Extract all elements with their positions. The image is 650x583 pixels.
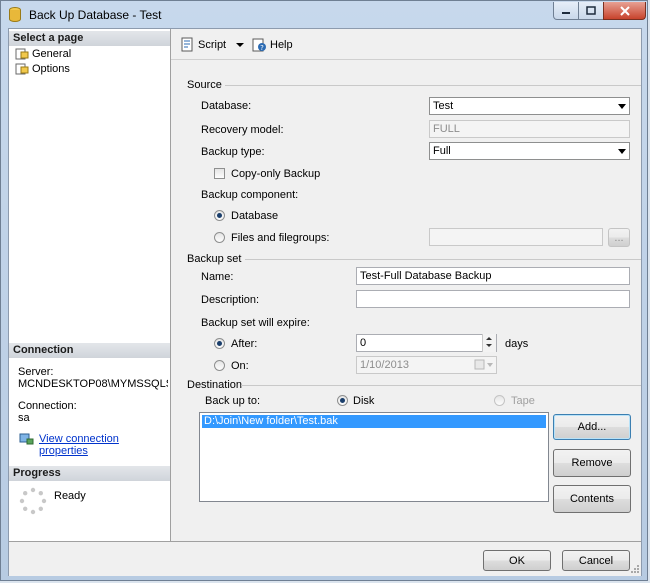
days-spinner[interactable]	[482, 334, 496, 352]
nav-item-label: General	[32, 48, 72, 60]
tape-radio	[494, 395, 505, 406]
expire-after-radio[interactable]	[214, 338, 225, 349]
tape-label: Tape	[511, 395, 535, 407]
resize-grip-icon[interactable]	[630, 564, 640, 574]
copy-only-label: Copy-only Backup	[231, 168, 321, 180]
add-button[interactable]: Add...	[553, 414, 631, 440]
select-page-header: Select a page	[9, 31, 170, 46]
help-button[interactable]: ? Help	[251, 36, 293, 54]
help-label: Help	[270, 39, 293, 51]
help-icon: ?	[252, 38, 266, 52]
expire-days-value: 0	[360, 337, 367, 349]
source-group-header: Source	[187, 79, 222, 91]
name-label: Name:	[201, 271, 234, 283]
backup-type-combo-value: Full	[433, 145, 451, 157]
window-title: Back Up Database - Test	[29, 8, 162, 22]
nav-item-general[interactable]: General	[15, 47, 71, 61]
backup-type-combo[interactable]: Full	[429, 142, 630, 160]
maximize-button[interactable]	[578, 2, 604, 20]
recovery-model-label: Recovery model:	[201, 124, 284, 136]
description-label: Description:	[201, 294, 260, 306]
backup-type-label: Backup type:	[201, 146, 265, 158]
minimize-button[interactable]	[553, 2, 579, 20]
general-page: Script ? Help Source Database: Test Reco…	[171, 29, 641, 541]
script-icon	[181, 37, 193, 52]
progress-status: Ready	[54, 490, 86, 502]
close-icon	[619, 5, 630, 16]
backup-set-divider	[245, 259, 641, 260]
nav-item-options[interactable]: Options	[15, 62, 70, 76]
database-combo[interactable]: Test	[429, 97, 630, 115]
filegroups-field	[429, 228, 603, 246]
dialog-footer: OK Cancel	[9, 541, 641, 576]
expire-days-input[interactable]: 0	[356, 334, 497, 352]
expire-after-label: After:	[231, 338, 258, 350]
chevron-down-icon	[236, 43, 245, 47]
component-database-label: Database	[231, 210, 279, 222]
description-input[interactable]	[356, 290, 630, 308]
left-pane: Select a page General Options Connection…	[9, 29, 171, 575]
expire-label: Backup set will expire:	[201, 317, 310, 329]
svg-text:?: ?	[260, 44, 264, 52]
days-label: days	[505, 338, 529, 350]
minimize-icon	[562, 11, 570, 14]
browse-button[interactable]: ...	[608, 228, 630, 247]
title-bar[interactable]: Back Up Database - Test	[1, 1, 649, 28]
expire-on-label: On:	[231, 360, 249, 372]
script-label: Script	[198, 39, 227, 51]
destination-list[interactable]: D:\Join\New folder\Test.bak	[199, 412, 549, 502]
maximize-icon	[586, 6, 596, 15]
connection-icon	[19, 433, 34, 445]
contents-button[interactable]: Contents	[553, 485, 631, 513]
backup-set-group-header: Backup set	[187, 253, 242, 265]
chevron-down-icon	[618, 104, 626, 109]
view-connection-properties-link[interactable]: View connection properties	[39, 433, 170, 457]
source-divider	[225, 85, 641, 86]
toolbar: Script ? Help	[171, 29, 641, 60]
page-icon	[15, 48, 29, 60]
backup-to-label: Back up to:	[205, 395, 261, 407]
destination-divider	[241, 385, 641, 386]
disk-radio[interactable]	[337, 395, 348, 406]
recovery-model-field: FULL	[429, 120, 630, 138]
connection-value: sa	[18, 412, 30, 424]
expire-date-picker: 1/10/2013	[356, 356, 497, 374]
backup-component-label: Backup component:	[201, 189, 299, 201]
component-files-label: Files and filegroups:	[231, 232, 330, 244]
list-item[interactable]: D:\Join\New folder\Test.bak	[202, 415, 546, 428]
server-label: Server:	[18, 366, 54, 378]
page-icon	[15, 63, 29, 75]
nav-item-label: Options	[32, 63, 70, 75]
copy-only-checkbox[interactable]	[214, 168, 225, 179]
component-files-radio[interactable]	[214, 232, 225, 243]
connection-label: Connection:	[18, 400, 77, 412]
destination-group-header: Destination	[187, 379, 243, 391]
spinner-icon	[19, 487, 47, 515]
close-button[interactable]	[603, 2, 646, 20]
database-icon	[9, 7, 21, 22]
spin-arrows-icon	[486, 337, 492, 347]
remove-button[interactable]: Remove	[553, 449, 631, 477]
backup-name-input[interactable]: Test-Full Database Backup	[356, 267, 630, 285]
database-label: Database:	[201, 100, 252, 112]
database-combo-value: Test	[433, 100, 454, 112]
component-database-radio[interactable]	[214, 210, 225, 221]
server-value: MCNDESKTOP08\MYMSSQLSEI	[18, 378, 168, 390]
dialog-client: Select a page General Options Connection…	[8, 28, 642, 576]
progress-header: Progress	[9, 466, 170, 481]
script-button[interactable]: Script	[179, 36, 248, 54]
cancel-button[interactable]: Cancel	[562, 550, 630, 571]
dialog-window: Back Up Database - Test Select a page Ge…	[0, 0, 648, 581]
expire-date-value: 1/10/2013	[360, 359, 409, 371]
disk-label: Disk	[353, 395, 375, 407]
expire-on-radio[interactable]	[214, 360, 225, 371]
chevron-down-icon	[618, 149, 626, 154]
connection-header: Connection	[9, 343, 170, 358]
ok-button[interactable]: OK	[483, 550, 551, 571]
calendar-icon	[474, 359, 493, 370]
